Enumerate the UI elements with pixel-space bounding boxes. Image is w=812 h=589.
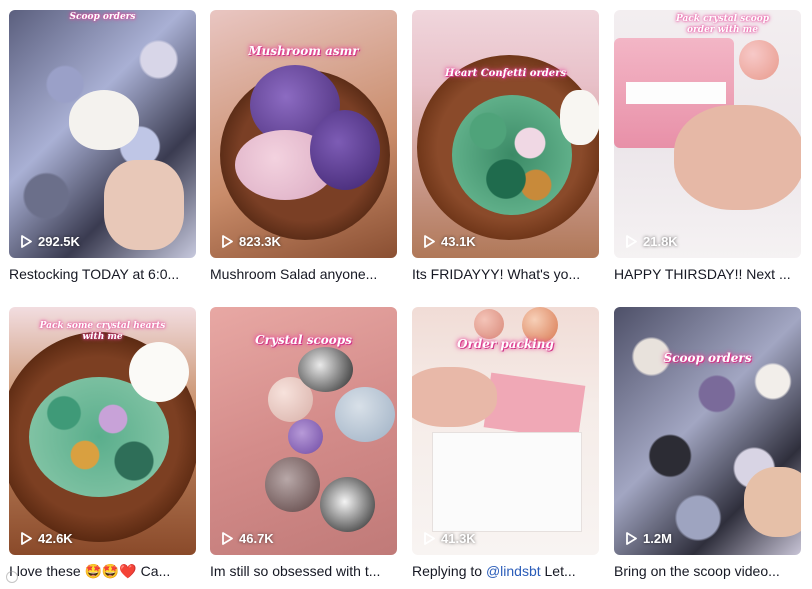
view-count: 41.3K (424, 531, 476, 546)
hand-image (412, 367, 497, 427)
sphere-image (739, 40, 779, 80)
blue-lace-image (335, 387, 395, 442)
video-grid: Scoop orders 292.5K Restocking TODAY at … (0, 0, 812, 589)
smoky-stone-image (265, 457, 320, 512)
shipping-box-image (432, 432, 582, 532)
view-count-value: 292.5K (38, 234, 80, 249)
view-count-value: 41.3K (441, 531, 476, 546)
play-icon (222, 235, 233, 248)
play-icon (21, 532, 32, 545)
pink-card-image (483, 372, 586, 441)
video-caption[interactable]: Bring on the scoop video... (614, 562, 801, 580)
view-count: 1.2M (626, 531, 672, 546)
video-overlay-text: Crystal scoops (255, 333, 352, 347)
video-thumbnail[interactable]: Pack crystal scoop order with me 21.8K (614, 10, 801, 258)
amethyst-image (288, 419, 323, 454)
view-count: 292.5K (21, 234, 80, 249)
video-thumbnail[interactable]: Pack some crystal hearts with me 42.6K (9, 307, 196, 555)
video-caption[interactable]: Mushroom Salad anyone... (210, 265, 397, 283)
video-thumbnail[interactable]: Order packing 41.3K (412, 307, 599, 555)
caption-suffix: Let... (540, 563, 576, 579)
video-card[interactable]: Order packing 41.3K Replying to @lindsbt… (412, 307, 599, 580)
video-caption[interactable]: Its FRIDAYYY! What's yo... (412, 265, 599, 283)
play-icon (424, 532, 435, 545)
video-card[interactable]: Crystal scoops 46.7K Im still so obsesse… (210, 307, 397, 580)
view-count-value: 1.2M (643, 531, 672, 546)
video-overlay-text: Pack crystal scoop order with me (675, 14, 770, 35)
view-count: 46.7K (222, 531, 274, 546)
view-count-value: 43.1K (441, 234, 476, 249)
user-mention-link[interactable]: @lindsbt (486, 563, 541, 579)
play-icon (21, 235, 32, 248)
amethyst-image (310, 110, 380, 190)
video-thumbnail[interactable]: Mushroom asmr 823.3K (210, 10, 397, 258)
view-count: 21.8K (626, 234, 678, 249)
hand-image (744, 467, 801, 537)
scoop-image (129, 342, 189, 402)
video-card[interactable]: Pack crystal scoop order with me 21.8K H… (614, 10, 801, 283)
video-caption[interactable]: Im still so obsessed with t... (210, 562, 397, 580)
video-caption[interactable]: Replying to @lindsbt Let... (412, 562, 599, 580)
video-card[interactable]: Heart Confetti orders 43.1K Its FRIDAYYY… (412, 10, 599, 283)
video-overlay-text: Order packing (457, 337, 554, 351)
video-overlay-text: Heart Confetti orders (445, 68, 566, 79)
view-count-value: 42.6K (38, 531, 73, 546)
view-count-value: 21.8K (643, 234, 678, 249)
caption-prefix: Replying to (412, 563, 486, 579)
video-card[interactable]: Scoop orders 292.5K Restocking TODAY at … (9, 10, 196, 283)
view-count-value: 823.3K (239, 234, 281, 249)
sphere-image (474, 309, 504, 339)
video-card[interactable]: Pack some crystal hearts with me 42.6K I… (9, 307, 196, 580)
watermark (6, 571, 18, 583)
video-caption[interactable]: HAPPY THIRSDAY!! Next ... (614, 265, 801, 283)
video-overlay-text: Pack some crystal hearts with me (39, 321, 166, 342)
view-count: 823.3K (222, 234, 281, 249)
label-paper-image (626, 82, 726, 104)
view-count: 42.6K (21, 531, 73, 546)
video-overlay-text: Scoop orders (69, 12, 136, 22)
video-overlay-text: Scoop orders (663, 351, 752, 365)
video-card[interactable]: Scoop orders 1.2M Bring on the scoop vid… (614, 307, 801, 580)
play-icon (626, 532, 637, 545)
view-count: 43.1K (424, 234, 476, 249)
view-count-value: 46.7K (239, 531, 274, 546)
video-caption[interactable]: I love these 🤩🤩❤️ Ca... (9, 562, 196, 580)
video-overlay-text: Mushroom asmr (248, 44, 359, 58)
video-thumbnail[interactable]: Heart Confetti orders 43.1K (412, 10, 599, 258)
scoop-image (560, 90, 599, 145)
play-icon (222, 532, 233, 545)
video-thumbnail[interactable]: Crystal scoops 46.7K (210, 307, 397, 555)
hand-image (674, 105, 801, 210)
heart-confetti-image (452, 95, 572, 215)
play-icon (626, 235, 637, 248)
scoop-image (69, 90, 139, 150)
watermark-icon (6, 571, 18, 583)
hand-image (104, 160, 184, 250)
play-icon (424, 235, 435, 248)
video-card[interactable]: Mushroom asmr 823.3K Mushroom Salad anyo… (210, 10, 397, 283)
video-caption[interactable]: Restocking TODAY at 6:0... (9, 265, 196, 283)
video-thumbnail[interactable]: Scoop orders 292.5K (9, 10, 196, 258)
zebra-stone-image (298, 347, 353, 392)
video-thumbnail[interactable]: Scoop orders 1.2M (614, 307, 801, 555)
howlite-image (320, 477, 375, 532)
